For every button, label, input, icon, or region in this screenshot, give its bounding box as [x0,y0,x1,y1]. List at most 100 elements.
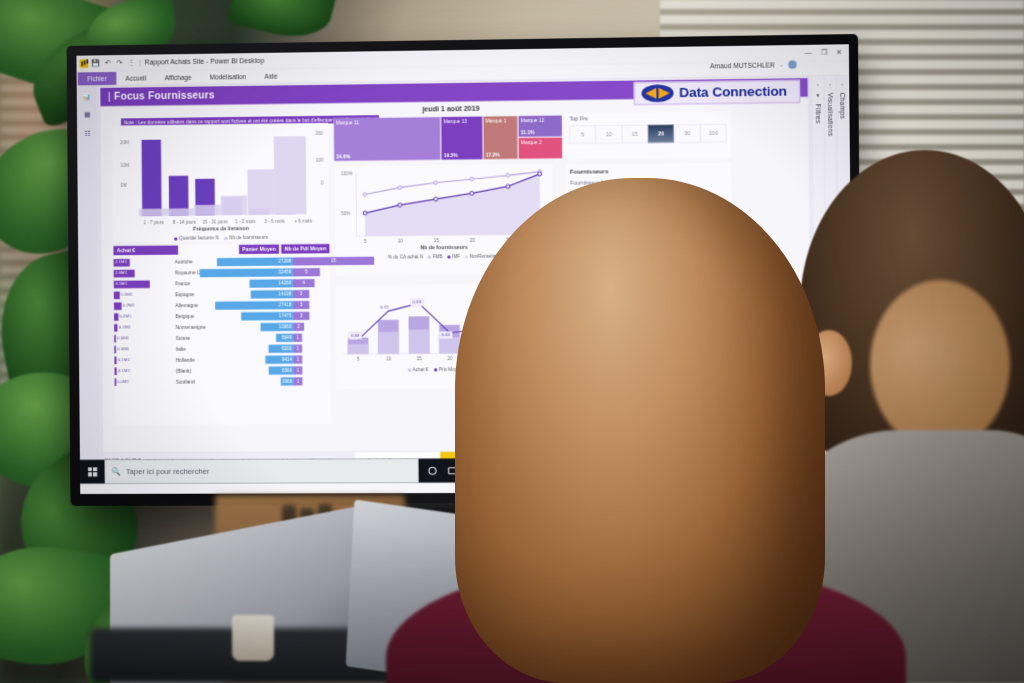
data-label: 0.44 [348,332,362,340]
panier-moyen-bar: 1966 [280,377,294,386]
legend-label: Nb de fournisseurs [229,234,268,241]
office-scene: 💾 ↶ ↷ ⋮ | Rapport Achats Site - Power BI… [0,0,1024,683]
legend-label: Achat € [412,366,429,373]
y-tick: 100% [340,170,353,177]
x-tick: 1 - 2 mois [235,219,256,225]
column-header-achat[interactable]: Achat € [113,245,179,256]
avatar[interactable] [788,60,797,69]
window-title: Rapport Achats Site - Power BI Desktop [144,56,265,67]
treemap-pct: 11.1% [520,129,535,136]
treemap-cell[interactable]: Marque 1 17.2% [483,116,518,160]
nb-pdt-moyen-bar: 1 [293,366,303,375]
legend-label: Quantité facturée N [179,235,219,242]
chart-treemap-marques[interactable]: Marque 11 34.6% Marque 13 19.5% Marque 1… [333,115,563,161]
mug [232,615,274,661]
save-icon[interactable]: 💾 [92,59,101,67]
treemap-cell[interactable]: Marque 11 34.6% [333,117,441,161]
metrics-cell: 14198 3 [222,289,330,299]
window-controls: — ❐ ✕ [805,48,843,57]
legend-swatch [427,255,432,259]
treemap-label: Marque 11 [335,120,360,127]
country-name: Scotland [175,378,195,385]
country-name: Autriche [174,259,193,265]
achat-bar [113,302,122,311]
achat-value: 0.2M€ [118,324,131,330]
cortana-icon[interactable] [426,465,438,477]
x-tick: 15 [416,355,422,362]
achat-bar-cell: 0.1M€ [114,367,173,376]
chart-frequence-livraison[interactable]: 0M 10M 20M 0 100 200 1 - 7 jours 8 - 14 … [112,122,330,243]
panier-moyen-bar: 14198 [250,289,294,299]
achat-bar [114,313,119,321]
slicer-top-frs[interactable]: Top Frs 5 10 15 20 30 100 [565,111,732,160]
ribbon-tab-affichage[interactable]: Affichage [155,72,200,84]
windows-start-icon[interactable] [80,467,105,477]
nb-pdt-moyen-bar: 3 [293,311,310,320]
achat-value: 0.0M€ [117,335,130,341]
achat-value: 0.0M€ [117,346,130,352]
x-tick: 15 - 31 jours [202,219,228,226]
page-title-text: Focus Fournisseurs [114,89,215,103]
table-header: Achat € Panier Moyen Nb de Pdt Moyen [113,243,330,256]
nb-pdt-moyen-bar: 4 [292,278,315,288]
x-tick: 10 [386,355,392,362]
table-row[interactable]: 0.0M€ Scotland 1966 1 [114,375,331,387]
ribbon-tab-modelisation[interactable]: Modélisation [200,71,255,83]
chevron-left-icon[interactable]: ‹ [841,81,843,87]
slicer-option-10[interactable]: 10 [595,125,622,144]
model-view-icon[interactable]: ☷ [82,129,92,138]
panier-moyen-bar: 8200 [268,344,294,353]
treemap-cell[interactable]: Marque 12 11.1% [518,115,562,137]
slicer-option-15[interactable]: 15 [621,124,649,144]
treemap-label: Marque 2 [520,139,542,146]
maximize-button[interactable]: ❐ [821,48,828,57]
country-name: (Blank) [175,368,192,374]
ribbon-tab-accueil[interactable]: Accueil [116,72,155,83]
treemap-label: Marque 1 [485,118,507,125]
column-header-panier[interactable]: Panier Moyen [239,244,280,255]
close-button[interactable]: ✕ [836,48,842,57]
nb-pdt-moyen-bar: 1 [293,333,303,342]
y-tick: 50% [341,211,351,217]
chevron-left-icon[interactable]: ‹ [829,81,831,87]
data-view-icon[interactable]: ▦ [82,111,92,120]
treemap-pct: 19.5% [443,152,458,159]
table-achats-par-pays[interactable]: Achat € Panier Moyen Nb de Pdt Moyen 2.1… [113,243,375,425]
customize-icon[interactable]: ⋮ [127,58,135,67]
achat-value: 0.1M€ [117,357,130,363]
panier-moyen-bar: 8366 [268,366,294,375]
slicer-option-100[interactable]: 100 [700,123,727,143]
slicer-option-30[interactable]: 30 [674,124,701,143]
metrics-cell: 5649 1 [222,333,330,342]
achat-value: 0.0M€ [116,378,129,384]
achat-bar [114,367,117,376]
slicer-buttons: 5 10 15 20 30 100 [569,123,727,144]
redo-icon[interactable]: ↷ [116,59,124,67]
user-chevron-icon[interactable]: ⌄ [779,62,784,68]
achat-value: 0.1M€ [117,367,130,373]
treemap-cell[interactable]: Marque 13 19.5% [441,116,483,160]
treemap-cell[interactable]: Marque 2 [518,137,563,159]
search-input[interactable]: 🔍 Taper ici pour rechercher [104,458,419,484]
metrics-cell: 14260 4 [221,278,329,288]
minimize-button[interactable]: — [805,48,812,57]
country-name: Suisse [175,335,191,342]
achat-bar-cell: 0.5M€ [113,291,172,300]
metrics-cell: 8200 1 [222,344,330,353]
legend-label: % du CA achat N [387,254,424,260]
step-area [138,208,195,216]
treemap-label: Marque 13 [443,118,467,125]
search-placeholder: Taper ici pour rechercher [125,466,210,476]
column-header-nbpdt[interactable]: Nb de Pdt Moyen [281,243,330,254]
slicer-option-20[interactable]: 20 [647,124,675,143]
y-tick: 10M [120,162,130,168]
metrics-cell: 1966 1 [222,376,330,386]
achat-bar-cell: 0.0M€ [114,345,172,354]
undo-icon[interactable]: ↶ [104,59,112,67]
chevron-left-icon[interactable]: ‹ [817,81,819,87]
ribbon-tab-aide[interactable]: Aide [255,70,287,81]
ribbon-tab-fichier[interactable]: Fichier [77,71,117,86]
report-view-icon[interactable]: 📊 [82,92,92,101]
slicer-option-5[interactable]: 5 [569,125,596,144]
achat-bar-cell: 0.0M€ [114,378,173,386]
